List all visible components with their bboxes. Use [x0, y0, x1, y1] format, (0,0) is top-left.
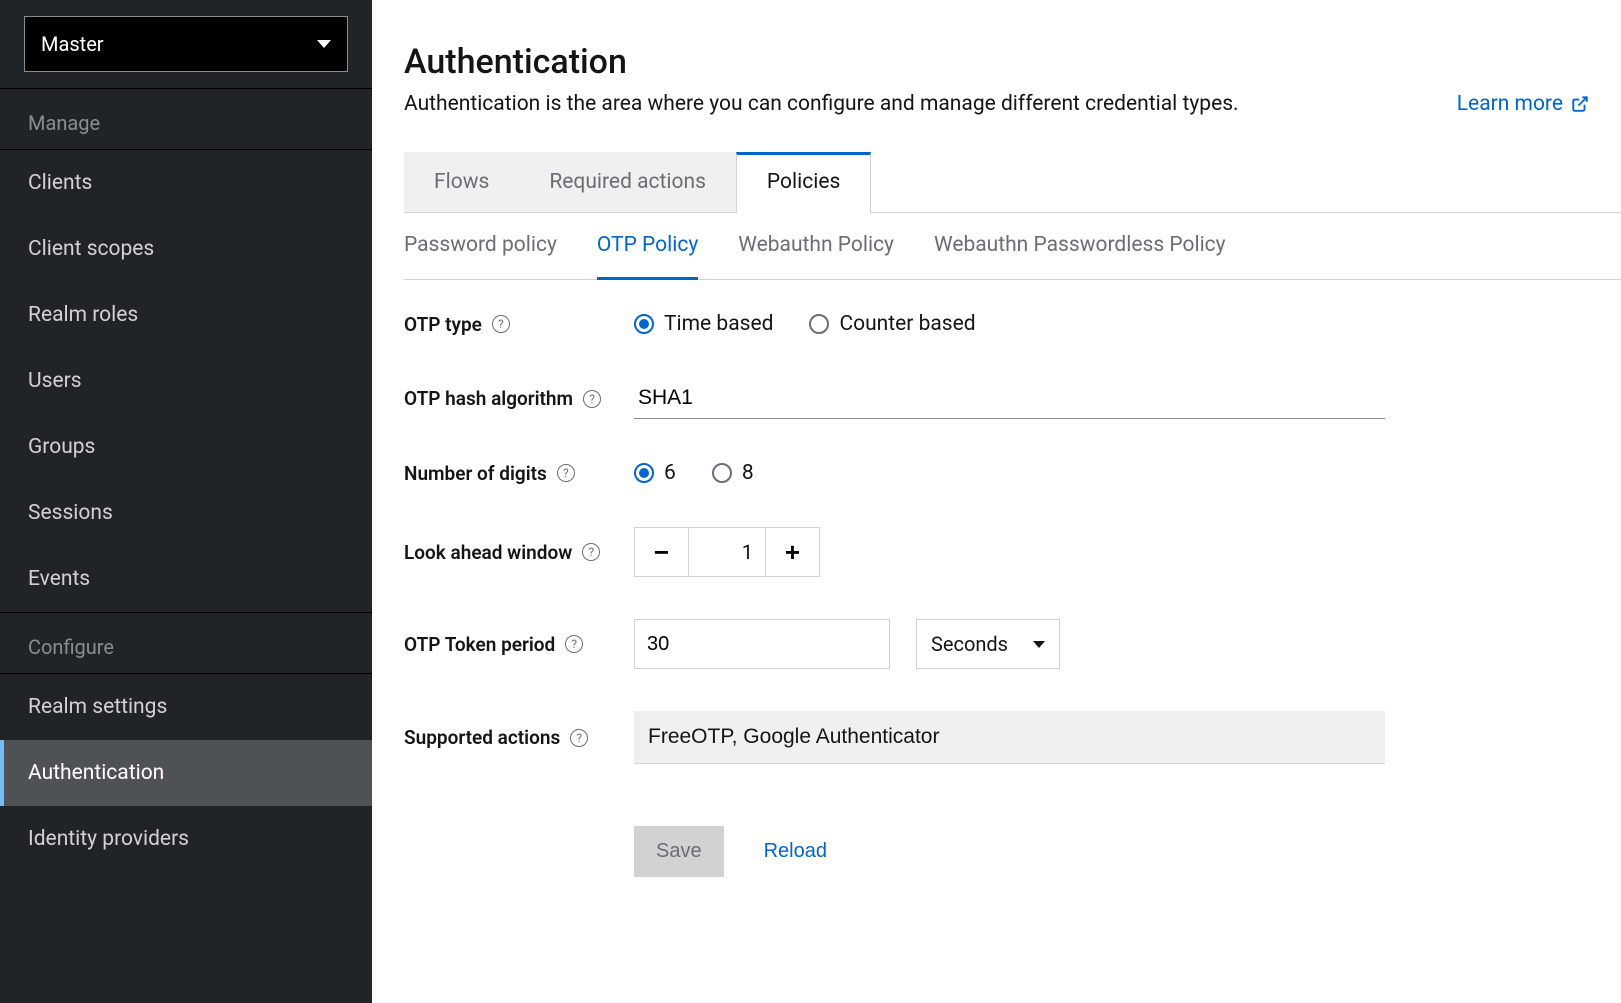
tab-flows[interactable]: Flows	[404, 152, 519, 212]
radio-icon	[634, 463, 654, 483]
radio-digits-6[interactable]: 6	[634, 461, 676, 485]
label-number-of-digits: Number of digits ?	[404, 462, 634, 485]
radio-counter-based[interactable]: Counter based	[809, 312, 975, 336]
help-icon[interactable]: ?	[565, 635, 583, 653]
subtab-otp-policy[interactable]: OTP Policy	[597, 213, 698, 280]
stepper-minus-button[interactable]: −	[635, 528, 689, 576]
reload-button[interactable]: Reload	[764, 840, 827, 863]
main-content: Authentication Authentication is the are…	[372, 0, 1621, 1003]
radio-icon	[809, 314, 829, 334]
otp-type-radio-group: Time based Counter based	[634, 312, 976, 336]
help-icon[interactable]: ?	[582, 543, 600, 561]
help-icon[interactable]: ?	[557, 464, 575, 482]
label-look-ahead: Look ahead window ?	[404, 541, 634, 564]
save-button[interactable]: Save	[634, 826, 724, 877]
radio-time-based[interactable]: Time based	[634, 312, 773, 336]
sidebar-item-realm-settings[interactable]: Realm settings	[0, 674, 372, 740]
sidebar-item-users[interactable]: Users	[0, 348, 372, 414]
sidebar-item-clients[interactable]: Clients	[0, 150, 372, 216]
sidebar-item-sessions[interactable]: Sessions	[0, 480, 372, 546]
nav-section-manage: Manage	[0, 89, 372, 149]
hash-algorithm-input[interactable]	[634, 378, 1385, 419]
nav-section-configure: Configure	[0, 613, 372, 673]
stepper-plus-button[interactable]: +	[765, 528, 819, 576]
digits-radio-group: 6 8	[634, 461, 754, 485]
token-period-unit-select[interactable]: Seconds	[916, 619, 1060, 669]
radio-digits-8[interactable]: 8	[712, 461, 754, 485]
label-hash-algorithm: OTP hash algorithm ?	[404, 387, 634, 410]
token-period-input[interactable]	[634, 619, 890, 669]
subtab-password-policy[interactable]: Password policy	[404, 213, 557, 279]
supported-actions-input	[634, 711, 1385, 764]
tab-policies[interactable]: Policies	[736, 152, 871, 213]
subtab-webauthn-policy[interactable]: Webauthn Policy	[738, 213, 894, 279]
page-title: Authentication	[404, 42, 1589, 82]
help-icon[interactable]: ?	[570, 729, 588, 747]
sidebar-item-client-scopes[interactable]: Client scopes	[0, 216, 372, 282]
learn-more-label: Learn more	[1457, 92, 1563, 116]
learn-more-link[interactable]: Learn more	[1457, 92, 1589, 116]
label-token-period: OTP Token period ?	[404, 633, 634, 656]
look-ahead-stepper: − 1 +	[634, 527, 820, 577]
tabs-primary: Flows Required actions Policies	[404, 152, 1621, 213]
radio-icon	[712, 463, 732, 483]
page-description: Authentication is the area where you can…	[404, 92, 1239, 116]
radio-icon	[634, 314, 654, 334]
label-otp-type: OTP type ?	[404, 313, 634, 336]
realm-selector[interactable]: Master	[24, 16, 348, 72]
stepper-value[interactable]: 1	[689, 528, 765, 576]
tab-required-actions[interactable]: Required actions	[519, 152, 736, 212]
label-supported-actions: Supported actions ?	[404, 726, 634, 749]
sidebar-item-groups[interactable]: Groups	[0, 414, 372, 480]
sidebar-item-realm-roles[interactable]: Realm roles	[0, 282, 372, 348]
external-link-icon	[1571, 95, 1589, 113]
sidebar-item-events[interactable]: Events	[0, 546, 372, 612]
subtab-webauthn-passwordless[interactable]: Webauthn Passwordless Policy	[934, 213, 1226, 279]
tabs-secondary: Password policy OTP Policy Webauthn Poli…	[404, 213, 1621, 280]
sidebar: Master Manage Clients Client scopes Real…	[0, 0, 372, 1003]
chevron-down-icon	[1033, 641, 1045, 648]
chevron-down-icon	[317, 40, 331, 48]
help-icon[interactable]: ?	[492, 315, 510, 333]
sidebar-item-identity-providers[interactable]: Identity providers	[0, 806, 372, 872]
realm-selected: Master	[41, 32, 104, 56]
otp-policy-form: OTP type ? Time based Counter based OTP …	[404, 280, 1621, 877]
help-icon[interactable]: ?	[583, 390, 601, 408]
sidebar-item-authentication[interactable]: Authentication	[0, 740, 372, 806]
